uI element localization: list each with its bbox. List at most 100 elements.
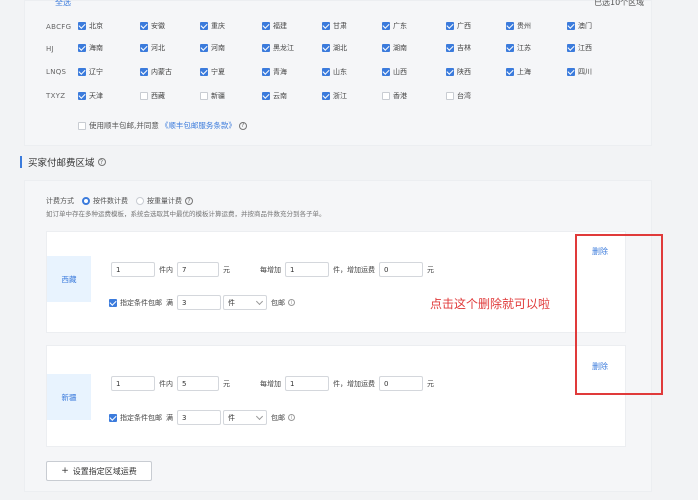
first-fee-input[interactable]: 7 bbox=[177, 262, 219, 277]
province-checkbox[interactable]: 上海 bbox=[506, 67, 531, 77]
sf-agreement[interactable]: 使用顺丰包邮,并同意 《顺丰包邮服务条款》 ? bbox=[78, 120, 247, 131]
checkbox[interactable] bbox=[382, 68, 390, 76]
province-label: 山西 bbox=[393, 68, 407, 76]
row-label: TXYZ bbox=[46, 92, 66, 100]
full-label: 满 bbox=[166, 298, 173, 307]
add-region-button[interactable]: + 设置指定区域运费 bbox=[46, 461, 152, 481]
province-checkbox[interactable]: 新疆 bbox=[200, 91, 225, 101]
checkbox[interactable] bbox=[262, 22, 270, 30]
checkbox[interactable] bbox=[78, 44, 86, 52]
checkbox[interactable] bbox=[200, 44, 208, 52]
checkbox[interactable] bbox=[78, 68, 86, 76]
checkbox[interactable] bbox=[78, 22, 86, 30]
province-checkbox[interactable]: 贵州 bbox=[506, 21, 531, 31]
province-checkbox[interactable]: 福建 bbox=[262, 21, 287, 31]
checkbox[interactable] bbox=[200, 22, 208, 30]
cond-qty-input[interactable]: 3 bbox=[177, 410, 221, 425]
conditional-free-checkbox[interactable] bbox=[109, 298, 117, 307]
radio-by-piece[interactable] bbox=[82, 197, 90, 205]
checkbox[interactable] bbox=[382, 92, 390, 100]
conditional-free-checkbox[interactable] bbox=[109, 413, 117, 422]
checkbox[interactable] bbox=[382, 44, 390, 52]
checkbox[interactable] bbox=[322, 44, 330, 52]
province-checkbox[interactable]: 浙江 bbox=[322, 91, 347, 101]
province-checkbox[interactable]: 湖南 bbox=[382, 43, 407, 53]
province-checkbox[interactable]: 四川 bbox=[567, 67, 592, 77]
first-qty-input[interactable]: 1 bbox=[111, 376, 155, 391]
province-checkbox[interactable]: 辽宁 bbox=[78, 67, 103, 77]
add-qty-input[interactable]: 1 bbox=[285, 262, 329, 277]
province-checkbox[interactable]: 甘肃 bbox=[322, 21, 347, 31]
checkbox[interactable] bbox=[506, 44, 514, 52]
cond-qty-input[interactable]: 3 bbox=[177, 295, 221, 310]
add-fee-input[interactable]: 0 bbox=[379, 376, 423, 391]
province-checkbox[interactable]: 山东 bbox=[322, 67, 347, 77]
first-fee-input[interactable]: 5 bbox=[177, 376, 219, 391]
select-all-link[interactable]: 全选 bbox=[55, 0, 71, 8]
province-checkbox[interactable]: 青海 bbox=[262, 67, 287, 77]
add-qty-input[interactable]: 1 bbox=[285, 376, 329, 391]
province-checkbox[interactable]: 天津 bbox=[78, 91, 103, 101]
province-checkbox[interactable]: 江西 bbox=[567, 43, 592, 53]
province-checkbox[interactable]: 黑龙江 bbox=[262, 43, 294, 53]
help-icon[interactable]: ? bbox=[97, 158, 106, 166]
province-checkbox[interactable]: 山西 bbox=[382, 67, 407, 77]
checkbox[interactable] bbox=[446, 22, 454, 30]
checkbox[interactable] bbox=[322, 92, 330, 100]
checkbox[interactable] bbox=[446, 44, 454, 52]
checkbox[interactable] bbox=[446, 92, 454, 100]
row-label: HJ bbox=[46, 45, 54, 53]
checkbox[interactable] bbox=[140, 92, 148, 100]
checkbox[interactable] bbox=[140, 44, 148, 52]
province-checkbox[interactable]: 湖北 bbox=[322, 43, 347, 53]
help-icon[interactable]: ? bbox=[185, 197, 193, 205]
province-checkbox[interactable]: 内蒙古 bbox=[140, 67, 172, 77]
checkbox[interactable] bbox=[262, 68, 270, 76]
province-checkbox[interactable]: 云南 bbox=[262, 91, 287, 101]
province-checkbox[interactable]: 江苏 bbox=[506, 43, 531, 53]
province-checkbox[interactable]: 宁夏 bbox=[200, 67, 225, 77]
calc-option-piece[interactable]: 按件数计费 bbox=[93, 196, 128, 206]
checkbox[interactable] bbox=[446, 68, 454, 76]
checkbox[interactable] bbox=[567, 44, 575, 52]
checkbox[interactable] bbox=[262, 44, 270, 52]
first-qty-input[interactable]: 1 bbox=[111, 262, 155, 277]
checkbox[interactable] bbox=[200, 68, 208, 76]
checkbox[interactable] bbox=[567, 22, 575, 30]
checkbox[interactable] bbox=[322, 22, 330, 30]
unit-select[interactable]: 件 bbox=[223, 295, 267, 310]
checkbox[interactable] bbox=[506, 68, 514, 76]
province-checkbox[interactable]: 安徽 bbox=[140, 21, 165, 31]
calc-option-weight[interactable]: 按重量计费 bbox=[147, 196, 182, 206]
checkbox[interactable] bbox=[322, 68, 330, 76]
province-checkbox[interactable]: 河北 bbox=[140, 43, 165, 53]
checkbox[interactable] bbox=[140, 68, 148, 76]
province-checkbox[interactable]: 广东 bbox=[382, 21, 407, 31]
checkbox[interactable] bbox=[262, 92, 270, 100]
province-checkbox[interactable]: 海南 bbox=[78, 43, 103, 53]
province-checkbox[interactable]: 陕西 bbox=[446, 67, 471, 77]
province-checkbox[interactable]: 广西 bbox=[446, 21, 471, 31]
checkbox[interactable] bbox=[382, 22, 390, 30]
free-shipping-row: 指定条件包邮 满 3 件 包邮 i bbox=[109, 410, 295, 425]
province-checkbox[interactable]: 北京 bbox=[78, 21, 103, 31]
checkbox[interactable] bbox=[506, 22, 514, 30]
help-icon[interactable]: ? bbox=[238, 121, 247, 130]
checkbox[interactable] bbox=[567, 68, 575, 76]
checkbox[interactable] bbox=[200, 92, 208, 100]
province-checkbox[interactable]: 台湾 bbox=[446, 91, 471, 101]
province-checkbox[interactable]: 香港 bbox=[382, 91, 407, 101]
add-fee-input[interactable]: 0 bbox=[379, 262, 423, 277]
province-checkbox[interactable]: 澳门 bbox=[567, 21, 592, 31]
checkbox[interactable] bbox=[140, 22, 148, 30]
province-checkbox[interactable]: 重庆 bbox=[200, 21, 225, 31]
province-checkbox[interactable]: 西藏 bbox=[140, 91, 165, 101]
checkbox[interactable] bbox=[78, 92, 86, 100]
unit-select[interactable]: 件 bbox=[223, 410, 267, 425]
agree-checkbox[interactable] bbox=[78, 121, 86, 130]
radio-by-weight[interactable] bbox=[136, 197, 144, 205]
province-checkbox[interactable]: 河南 bbox=[200, 43, 225, 53]
terms-link[interactable]: 《顺丰包邮服务条款》 bbox=[161, 120, 236, 131]
province-checkbox[interactable]: 吉林 bbox=[446, 43, 471, 53]
free-label: 包邮 bbox=[271, 298, 285, 307]
